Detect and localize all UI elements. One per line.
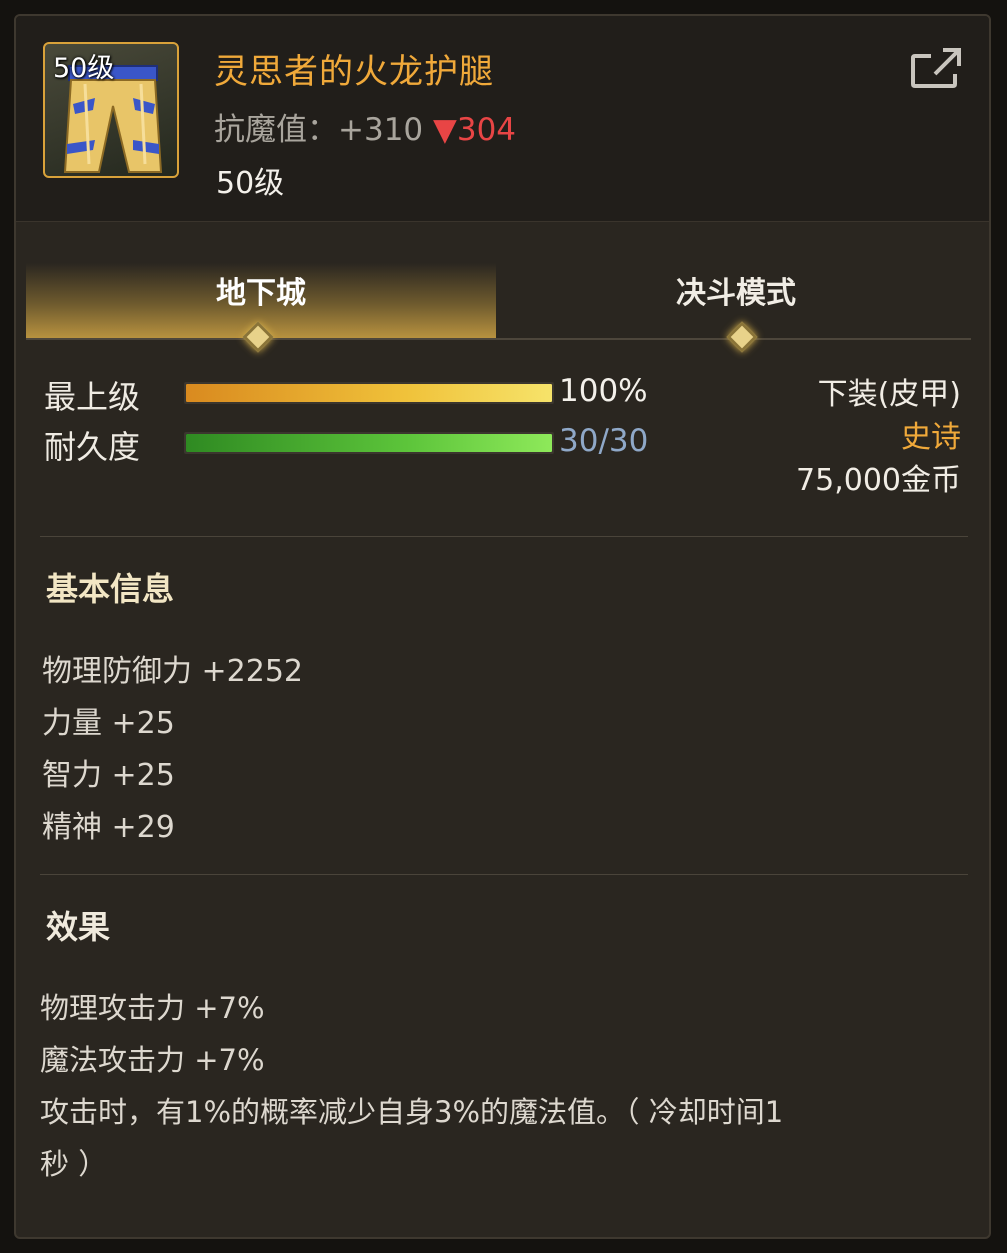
- effect-line: 物理攻击力 +7%: [40, 991, 265, 1025]
- equip-slot: 下装(皮甲): [817, 377, 961, 412]
- sell-price: 75,000金币: [796, 463, 961, 498]
- item-header: 50级 灵思者的火龙护腿 抗魔值：+310 ▼304 50级: [16, 16, 989, 222]
- item-tooltip: 50级 灵思者的火龙护腿 抗魔值：+310 ▼304 50级 地下城 决斗模式: [14, 14, 991, 1239]
- tab-divider: [26, 338, 971, 340]
- durability-value: 30/30: [559, 423, 649, 459]
- effect-line: 魔法攻击力 +7%: [40, 1043, 265, 1077]
- effect-line: 攻击时，有1%的概率减少自身3%的魔法值。（ 冷却时间1: [40, 1095, 784, 1129]
- durability-bar-fill: [186, 434, 552, 452]
- share-icon[interactable]: [909, 44, 965, 92]
- durability-bar: [184, 432, 554, 454]
- basic-stat-line: 智力 +25: [42, 758, 175, 793]
- icon-level-label: 50级: [53, 53, 115, 84]
- item-name: 灵思者的火龙护腿: [214, 52, 494, 92]
- rarity-label: 史诗: [901, 420, 961, 455]
- basic-stat-line: 精神 +29: [42, 810, 175, 845]
- basic-stat-line: 物理防御力 +2252: [42, 654, 304, 689]
- magic-resist-change: ▼304: [433, 112, 517, 148]
- grade-bar: [184, 382, 554, 404]
- basic-info-title: 基本信息: [46, 570, 175, 608]
- leg-armor-icon: 50级: [43, 42, 179, 178]
- section-divider: [40, 536, 968, 537]
- mode-tabs: 地下城 决斗模式: [26, 263, 971, 353]
- magic-resist-stat: 抗魔值：+310 ▼304: [214, 104, 516, 149]
- magic-resist-value: 抗魔值：+310: [214, 112, 433, 148]
- grade-label: 最上级: [44, 378, 141, 416]
- effect-line: 秒 ）: [40, 1147, 108, 1181]
- basic-stat-line: 力量 +25: [42, 706, 175, 741]
- item-level: 50级: [216, 166, 285, 201]
- durability-label: 耐久度: [44, 428, 141, 466]
- grade-value: 100%: [559, 373, 648, 409]
- section-divider: [40, 874, 968, 875]
- grade-bar-fill: [186, 384, 552, 402]
- effect-title: 效果: [46, 908, 111, 946]
